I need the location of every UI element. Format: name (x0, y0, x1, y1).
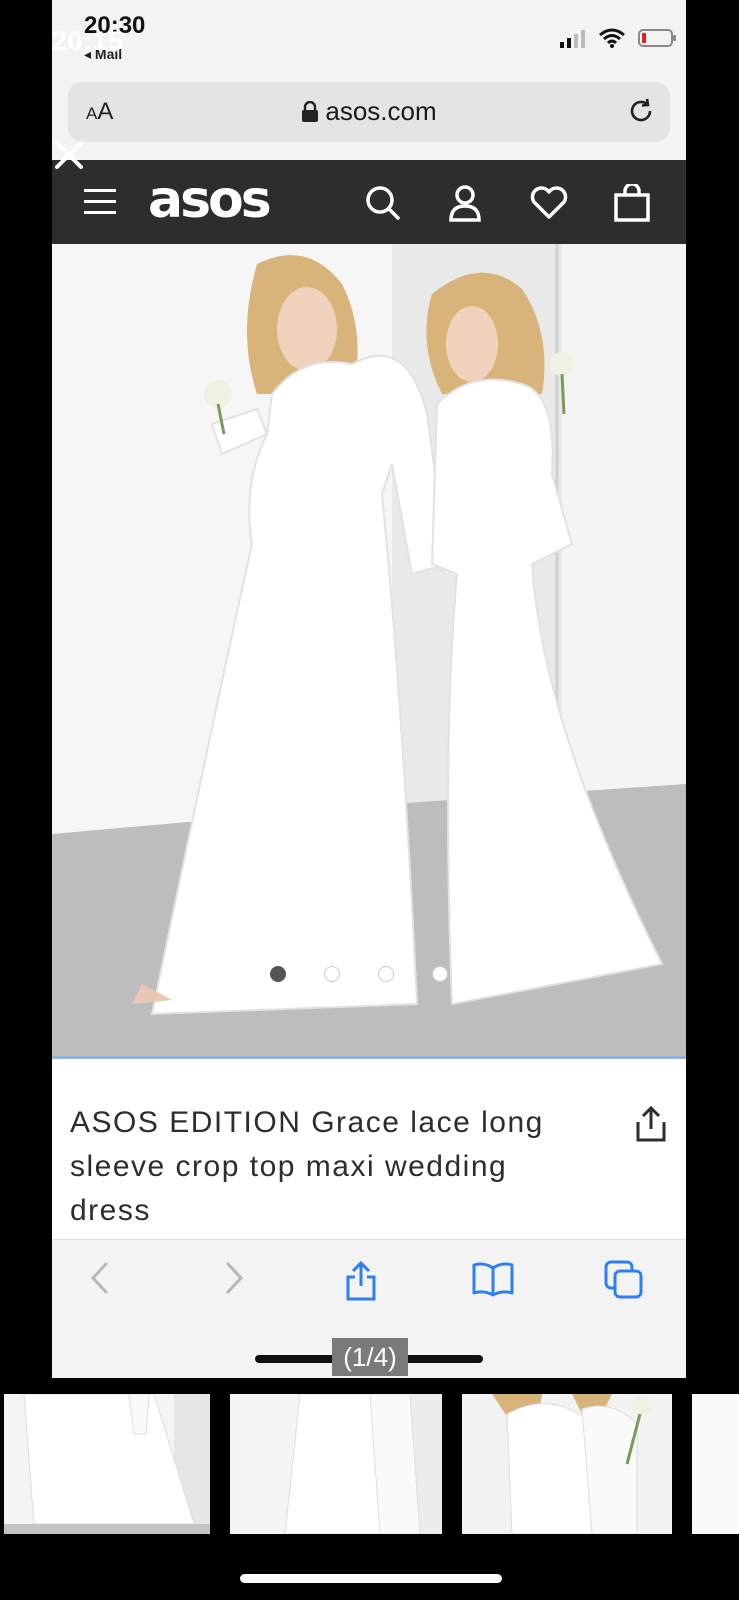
thumbnail[interactable] (230, 1394, 442, 1534)
url-display[interactable]: asos.com (68, 96, 670, 127)
close-icon[interactable] (52, 138, 86, 172)
carousel-dot[interactable] (378, 966, 394, 982)
product-info: ASOS EDITION Grace lace long sleeve crop… (52, 1059, 686, 1239)
thumbnail-image (4, 1394, 210, 1534)
account-icon[interactable] (448, 184, 482, 222)
screenshot-frame: 20:30 ◂ Mail AA asos.com asos ASOS EDITI… (52, 0, 686, 1378)
home-indicator (240, 1574, 502, 1583)
viewer-status-time: 20:15 (52, 26, 124, 56)
bag-icon[interactable] (614, 184, 650, 222)
forward-icon[interactable] (222, 1260, 246, 1296)
status-icons (560, 28, 678, 48)
lock-icon (302, 100, 319, 122)
product-image[interactable] (52, 244, 686, 1056)
wifi-icon (599, 28, 625, 48)
tabs-icon[interactable] (604, 1260, 644, 1300)
heart-icon[interactable] (530, 184, 568, 220)
search-icon[interactable] (364, 184, 402, 222)
thumbnail[interactable] (692, 1394, 739, 1534)
asos-logo[interactable]: asos (148, 170, 272, 230)
carousel-dot[interactable] (432, 966, 448, 982)
cellular-signal-icon (560, 30, 585, 48)
thumbnail[interactable] (4, 1394, 210, 1534)
address-bar[interactable]: AA asos.com (68, 82, 670, 142)
thumbnail-strip (0, 1394, 739, 1534)
url-text: asos.com (325, 96, 437, 126)
hamburger-icon[interactable] (84, 187, 116, 217)
photo-viewer: 20:15 20:30 ◂ Mail AA asos.com asos ASOS… (0, 0, 739, 1600)
share-icon[interactable] (634, 1105, 668, 1143)
status-bar: 20:30 ◂ Mail (52, 0, 686, 70)
reload-icon[interactable] (626, 96, 656, 126)
bookmarks-icon[interactable] (472, 1260, 514, 1298)
share-icon[interactable] (344, 1260, 378, 1302)
image-counter: (1/4) (332, 1338, 408, 1376)
thumbnail[interactable] (462, 1394, 672, 1534)
battery-icon (638, 29, 676, 47)
carousel-dot[interactable] (270, 966, 286, 982)
site-header: asos (52, 160, 686, 244)
thumbnail-image (230, 1394, 442, 1534)
product-title: ASOS EDITION Grace lace long sleeve crop… (70, 1106, 544, 1227)
carousel-dot[interactable] (324, 966, 340, 982)
product-photo (52, 244, 686, 1056)
thumbnail-image (462, 1394, 672, 1534)
back-icon[interactable] (88, 1260, 112, 1296)
carousel-dots (52, 966, 676, 982)
